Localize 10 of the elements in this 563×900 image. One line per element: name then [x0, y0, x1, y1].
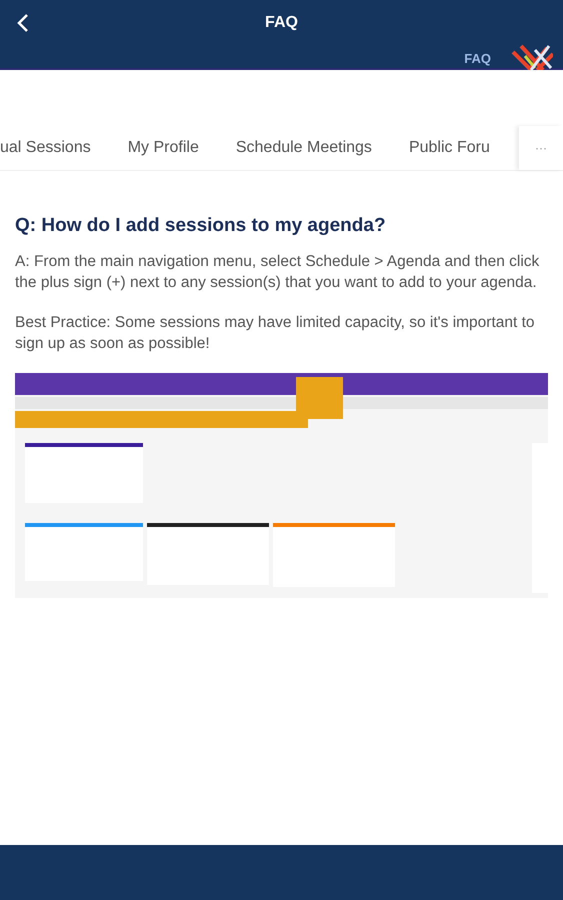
tab[interactable]: Schedule Meetings — [236, 139, 372, 157]
tab[interactable]: My Profile — [128, 139, 199, 157]
section-label: FAQ — [464, 51, 491, 66]
faq-answer: A: From the main navigation menu, select Schedule > Agenda and then click the plus sign (+) next to any session(s) that you want to add to your agenda. — [15, 252, 540, 293]
crossed-stripes-icon — [509, 44, 553, 70]
tab[interactable]: ual Sessions — [0, 139, 91, 157]
faq-answer: Best Practice: Some sessions may have limited capacity, so it's important to sign up as soon as possible! — [15, 313, 536, 354]
page-title: FAQ — [264, 14, 299, 32]
tab[interactable]: Public Foru — [408, 139, 490, 157]
faq-question: Q: How do I add sessions to my agenda? — [15, 215, 387, 237]
